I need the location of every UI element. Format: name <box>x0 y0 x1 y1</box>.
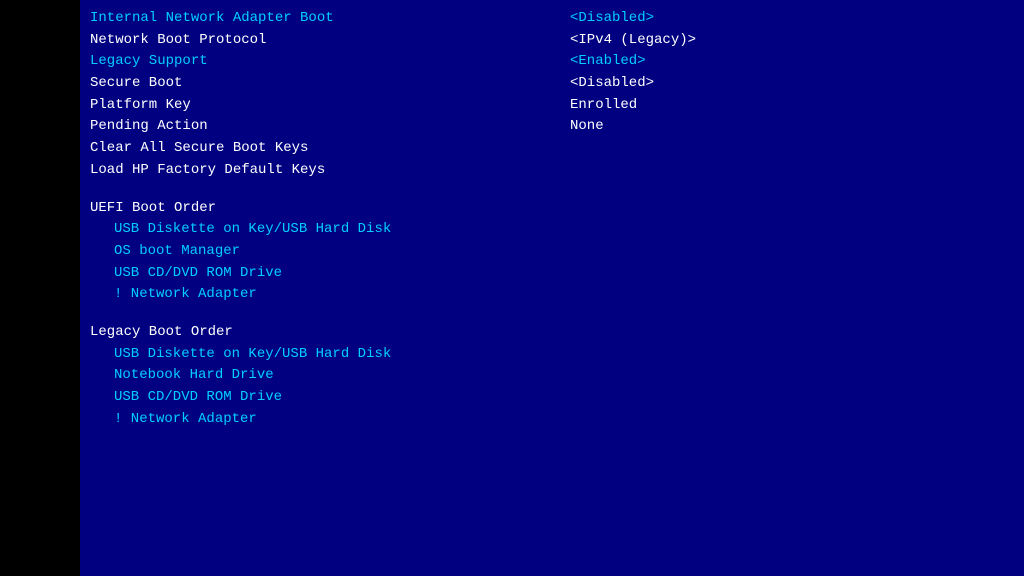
row-secure-boot: Secure Boot <Disabled> <box>90 73 1004 95</box>
bios-screen: Internal Network Adapter Boot <Disabled>… <box>0 0 1024 576</box>
row-pending-action: Pending Action None <box>90 116 1004 138</box>
row-internal-network: Internal Network Adapter Boot <Disabled> <box>90 8 1004 30</box>
value-platform-key: Enrolled <box>570 95 1004 117</box>
uefi-section-label: UEFI Boot Order <box>90 198 570 220</box>
label-internal-network: Internal Network Adapter Boot <box>90 8 570 30</box>
spacer-2 <box>90 306 1004 316</box>
uefi-item-label-1: OS boot Manager <box>114 241 594 263</box>
value-clear-keys <box>570 138 1004 160</box>
legacy-section-header: Legacy Boot Order <box>90 322 1004 344</box>
value-network-boot: <IPv4 (Legacy)> <box>570 30 1004 52</box>
legacy-item-label-1: Notebook Hard Drive <box>114 365 594 387</box>
uefi-item-label-3: ! Network Adapter <box>114 284 594 306</box>
value-pending-action: None <box>570 116 1004 138</box>
value-legacy-support: <Enabled> <box>570 51 1004 73</box>
legacy-item-label-3: ! Network Adapter <box>114 409 594 431</box>
legacy-item-3: ! Network Adapter <box>90 409 1004 431</box>
legacy-item-label-0: USB Diskette on Key/USB Hard Disk <box>114 344 594 366</box>
label-platform-key: Platform Key <box>90 95 570 117</box>
uefi-item-0: USB Diskette on Key/USB Hard Disk <box>90 219 1004 241</box>
row-legacy-support: Legacy Support <Enabled> <box>90 51 1004 73</box>
uefi-section-header: UEFI Boot Order <box>90 198 1004 220</box>
left-sidebar <box>0 0 80 576</box>
row-clear-keys: Clear All Secure Boot Keys <box>90 138 1004 160</box>
label-clear-keys: Clear All Secure Boot Keys <box>90 138 570 160</box>
legacy-item-2: USB CD/DVD ROM Drive <box>90 387 1004 409</box>
value-load-hp-keys <box>570 160 1004 182</box>
row-platform-key: Platform Key Enrolled <box>90 95 1004 117</box>
spacer-1 <box>90 182 1004 192</box>
label-network-boot: Network Boot Protocol <box>90 30 570 52</box>
label-pending-action: Pending Action <box>90 116 570 138</box>
legacy-section-label: Legacy Boot Order <box>90 322 570 344</box>
row-network-boot: Network Boot Protocol <IPv4 (Legacy)> <box>90 30 1004 52</box>
legacy-item-0: USB Diskette on Key/USB Hard Disk <box>90 344 1004 366</box>
uefi-item-1: OS boot Manager <box>90 241 1004 263</box>
label-load-hp-keys: Load HP Factory Default Keys <box>90 160 570 182</box>
uefi-item-label-2: USB CD/DVD ROM Drive <box>114 263 594 285</box>
label-secure-boot: Secure Boot <box>90 73 570 95</box>
legacy-item-label-2: USB CD/DVD ROM Drive <box>114 387 594 409</box>
uefi-item-3: ! Network Adapter <box>90 284 1004 306</box>
label-legacy-support: Legacy Support <box>90 51 570 73</box>
value-secure-boot: <Disabled> <box>570 73 1004 95</box>
row-load-hp-keys: Load HP Factory Default Keys <box>90 160 1004 182</box>
legacy-item-1: Notebook Hard Drive <box>90 365 1004 387</box>
uefi-item-2: USB CD/DVD ROM Drive <box>90 263 1004 285</box>
bios-content: Internal Network Adapter Boot <Disabled>… <box>80 0 1024 576</box>
uefi-item-label-0: USB Diskette on Key/USB Hard Disk <box>114 219 594 241</box>
value-internal-network: <Disabled> <box>570 8 1004 30</box>
